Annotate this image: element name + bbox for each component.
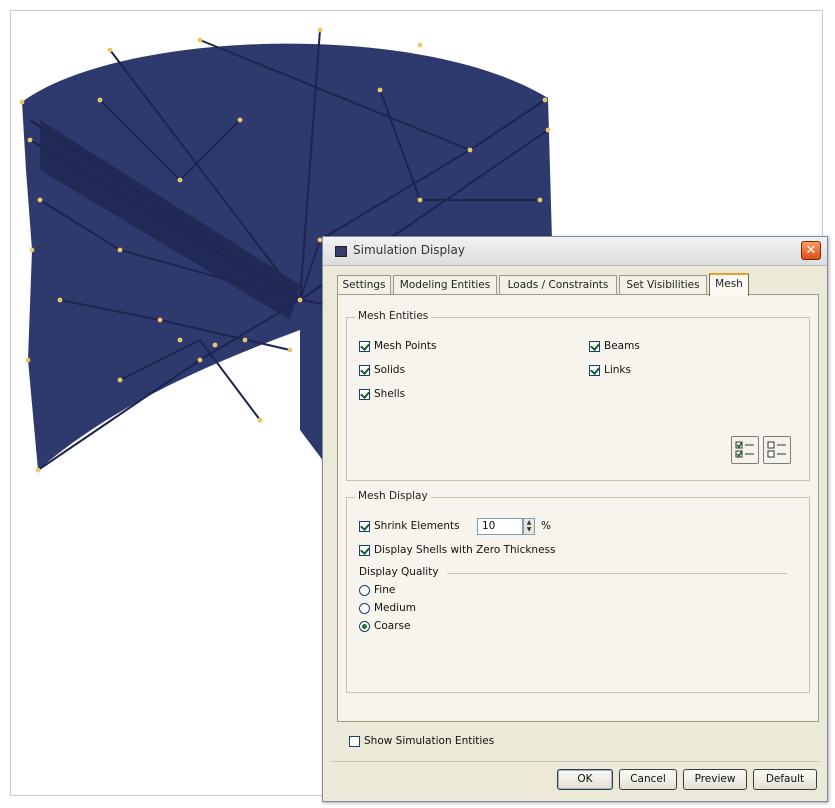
- beams-checkbox[interactable]: Beams: [589, 340, 640, 352]
- mesh-display-label: Mesh Display: [355, 490, 431, 502]
- mesh-tab-panel: Mesh Entities Mesh Points Solids Shells …: [337, 294, 819, 722]
- mesh-node: [467, 147, 473, 153]
- mesh-node: [177, 337, 183, 343]
- quality-coarse-label: Coarse: [374, 620, 411, 632]
- ok-button[interactable]: OK: [557, 769, 613, 790]
- mesh-node: [35, 467, 41, 473]
- tab-loads-constraints[interactable]: Loads / Constraints: [499, 275, 617, 294]
- preview-button[interactable]: Preview: [683, 769, 747, 790]
- mesh-node: [37, 197, 43, 203]
- shrink-percent-input[interactable]: 10: [477, 518, 523, 535]
- mesh-node: [157, 317, 163, 323]
- show-simulation-entities-label: Show Simulation Entities: [364, 735, 495, 747]
- links-check-icon[interactable]: [589, 364, 600, 376]
- quality-coarse-radio[interactable]: Coarse: [359, 620, 410, 632]
- dialog-title: Simulation Display: [353, 243, 465, 257]
- shells-label: Shells: [374, 388, 406, 400]
- mesh-node: [212, 342, 218, 348]
- mesh-node: [537, 197, 543, 203]
- mesh-node: [97, 97, 103, 103]
- mesh-node: [542, 97, 548, 103]
- zero-thickness-check-icon[interactable]: [359, 544, 370, 556]
- close-icon: ✕: [805, 243, 817, 258]
- cancel-button[interactable]: Cancel: [619, 769, 677, 790]
- mesh-entities-label: Mesh Entities: [355, 310, 432, 322]
- mesh-node: [257, 417, 263, 423]
- mesh-node: [27, 137, 33, 143]
- quality-fine-radio-icon[interactable]: [359, 584, 370, 596]
- dialog-app-icon: [335, 246, 347, 257]
- mesh-node: [545, 127, 551, 133]
- mesh-node: [29, 247, 35, 253]
- beams-label: Beams: [604, 340, 640, 352]
- zero-thickness-checkbox[interactable]: Display Shells with Zero Thickness: [359, 544, 555, 556]
- links-checkbox[interactable]: Links: [589, 364, 631, 376]
- shells-check-icon[interactable]: [359, 388, 370, 400]
- mesh-node: [117, 247, 123, 253]
- mesh-node: [297, 297, 303, 303]
- mesh-points-checkbox[interactable]: Mesh Points: [359, 340, 437, 352]
- quality-medium-radio[interactable]: Medium: [359, 602, 416, 614]
- beams-check-icon[interactable]: [589, 340, 600, 352]
- tab-settings[interactable]: Settings: [337, 275, 391, 294]
- mesh-node: [242, 337, 248, 343]
- mesh-entities-group: Mesh Entities Mesh Points Solids Shells …: [346, 310, 810, 481]
- quality-medium-label: Medium: [374, 602, 416, 614]
- simulation-display-dialog: Simulation Display ✕ Settings Modeling E…: [322, 236, 828, 802]
- shrink-elements-checkbox[interactable]: Shrink Elements: [359, 520, 460, 532]
- mesh-node: [25, 357, 31, 363]
- mesh-node: [317, 27, 323, 33]
- solids-label: Solids: [374, 364, 406, 376]
- mesh-node: [57, 297, 63, 303]
- mesh-node: [417, 197, 423, 203]
- mesh-node: [117, 377, 123, 383]
- mesh-node: [177, 177, 183, 183]
- mesh-points-check-icon[interactable]: [359, 340, 370, 352]
- tab-modeling-entities[interactable]: Modeling Entities: [393, 275, 497, 294]
- quality-fine-label: Fine: [374, 584, 396, 596]
- display-quality-divider: [447, 573, 787, 574]
- select-all-icon: [735, 441, 754, 458]
- shrink-elements-label: Shrink Elements: [374, 520, 460, 532]
- solids-check-icon[interactable]: [359, 364, 370, 376]
- mesh-node: [19, 99, 25, 105]
- mesh-display-group: Mesh Display Shrink Elements 10 ▲ ▼ % Dis…: [346, 490, 810, 693]
- show-simulation-entities-check-icon[interactable]: [349, 735, 360, 747]
- quality-coarse-radio-icon[interactable]: [359, 620, 370, 632]
- mesh-node: [417, 42, 423, 48]
- zero-thickness-label: Display Shells with Zero Thickness: [374, 544, 556, 556]
- display-quality-label: Display Quality: [359, 566, 439, 578]
- select-all-button[interactable]: [731, 436, 759, 464]
- show-simulation-entities-checkbox[interactable]: Show Simulation Entities: [349, 735, 494, 747]
- close-button[interactable]: ✕: [801, 241, 821, 260]
- shells-checkbox[interactable]: Shells: [359, 388, 405, 400]
- quality-fine-radio[interactable]: Fine: [359, 584, 395, 596]
- mesh-node: [197, 357, 203, 363]
- clear-all-icon: [767, 441, 786, 458]
- mesh-node: [237, 117, 243, 123]
- default-button[interactable]: Default: [753, 769, 817, 790]
- solids-checkbox[interactable]: Solids: [359, 364, 405, 376]
- mesh-node: [107, 47, 113, 53]
- mesh-node: [377, 87, 383, 93]
- mesh-points-label: Mesh Points: [374, 340, 437, 352]
- quality-medium-radio-icon[interactable]: [359, 602, 370, 614]
- mesh-node: [287, 347, 293, 353]
- links-label: Links: [604, 364, 631, 376]
- tab-set-visibilities[interactable]: Set Visibilities: [619, 275, 707, 294]
- clear-all-button[interactable]: [763, 436, 791, 464]
- shrink-percent-spinner[interactable]: ▲ ▼: [523, 518, 535, 535]
- shrink-percent-unit: %: [541, 520, 551, 532]
- tab-mesh[interactable]: Mesh: [709, 273, 749, 296]
- mesh-node: [197, 37, 203, 43]
- dialog-titlebar[interactable]: Simulation Display ✕: [323, 237, 827, 266]
- button-row-divider: [331, 761, 819, 762]
- shrink-elements-check-icon[interactable]: [359, 520, 370, 532]
